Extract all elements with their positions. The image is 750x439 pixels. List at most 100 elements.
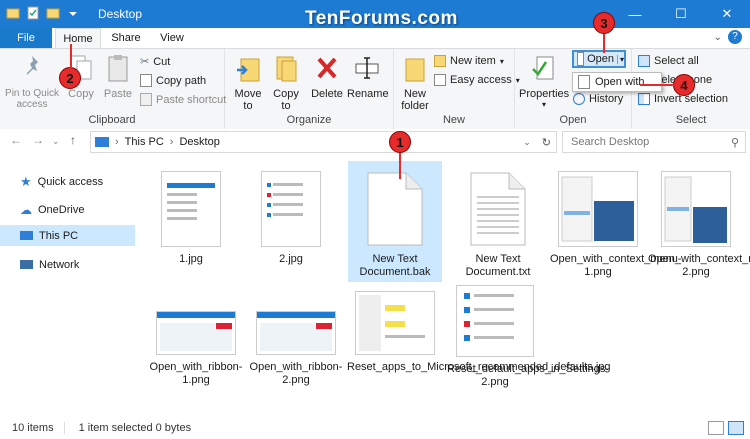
- pin-to-quick-access-button[interactable]: Pin to Quick access: [4, 53, 60, 110]
- explorer-icon: [6, 6, 20, 20]
- ribbon-tabs: File Home Share View ⌄ ?: [0, 28, 750, 49]
- properties-qat-icon[interactable]: [26, 6, 40, 20]
- file-item-selected[interactable]: New Text Document.bak: [348, 161, 442, 282]
- file-name: Reset_default_apps_in_Settings-2.png: [447, 363, 610, 388]
- back-arrow-icon[interactable]: ←: [10, 133, 22, 147]
- new-item-icon: [434, 55, 446, 67]
- history-icon: [573, 93, 585, 105]
- star-icon: ★: [20, 173, 32, 189]
- copy-path-button[interactable]: Copy path: [140, 74, 206, 87]
- file-item[interactable]: Open_with_ribbon-1.png: [148, 285, 244, 387]
- up-arrow-icon[interactable]: ↑: [70, 133, 76, 147]
- image-thumbnail: [148, 285, 244, 355]
- tab-file[interactable]: File: [0, 28, 52, 48]
- open-group-label: Open: [559, 114, 587, 126]
- file-item[interactable]: New Text Document.txt: [450, 163, 546, 279]
- callout-marker-4: 4: [673, 74, 695, 96]
- new-group-label: New: [442, 114, 465, 126]
- new-item-button[interactable]: New item ▾: [434, 55, 504, 67]
- image-thumbnail: [550, 163, 646, 247]
- open-with-icon: [578, 75, 590, 89]
- sidebar-item-network[interactable]: Network: [0, 254, 135, 275]
- open-button[interactable]: Open ▾: [572, 50, 626, 68]
- properties-button[interactable]: Properties ▾: [519, 53, 569, 109]
- image-thumbnail: [143, 163, 239, 247]
- collapse-ribbon-icon[interactable]: ⌄: [714, 32, 722, 43]
- help-icon[interactable]: ?: [728, 30, 742, 44]
- file-item[interactable]: Open_with_context_menu-2.png: [648, 163, 750, 279]
- image-thumbnail: [447, 281, 543, 357]
- easy-access-icon: [434, 74, 446, 86]
- rename-icon: [347, 53, 387, 86]
- new-folder-qat-icon[interactable]: [46, 6, 60, 20]
- tab-home[interactable]: Home: [55, 28, 101, 49]
- history-button[interactable]: History: [573, 93, 623, 105]
- callout-line-1: [399, 153, 401, 179]
- open-dropdown-arrow-icon[interactable]: ▾: [616, 54, 624, 64]
- file-name: 1.jpg: [179, 253, 203, 265]
- sidebar-item-this-pc[interactable]: This PC: [0, 225, 135, 246]
- organize-group-label: Organize: [286, 114, 332, 126]
- file-item[interactable]: Reset_default_apps_in_Settings-2.png: [447, 281, 610, 389]
- open-icon: [577, 52, 585, 66]
- file-name: 2.jpg: [279, 253, 303, 265]
- image-thumbnail: [347, 285, 443, 355]
- quick-access-toolbar: [6, 6, 80, 20]
- paste-shortcut-button[interactable]: Paste shortcut: [140, 93, 226, 106]
- easy-access-button[interactable]: Easy access ▾: [434, 74, 520, 86]
- blank-document-icon: [348, 163, 442, 247]
- tab-view[interactable]: View: [150, 28, 194, 48]
- selection-info: 1 item selected 0 bytes: [63, 422, 191, 434]
- select-all-button[interactable]: Select all: [638, 55, 699, 67]
- breadcrumb-desktop[interactable]: Desktop: [179, 136, 219, 148]
- sidebar-item-quick-access[interactable]: ★ Quick access: [0, 171, 135, 192]
- close-button[interactable]: ✕: [704, 0, 750, 28]
- file-name: Open_with_context_menu-1.png: [550, 253, 682, 278]
- file-item[interactable]: Open_with_ribbon-2.png: [248, 285, 344, 387]
- minimize-button[interactable]: —: [612, 0, 658, 28]
- file-name: Open_with_ribbon-2.png: [249, 361, 343, 386]
- file-item[interactable]: 2.jpg: [243, 163, 339, 266]
- copy-path-icon: [140, 74, 152, 87]
- customize-qat-icon[interactable]: [66, 6, 80, 20]
- cut-button[interactable]: ✂ Cut: [140, 55, 170, 69]
- copy-to-button[interactable]: Copy to: [269, 53, 303, 112]
- search-icon: ⚲: [730, 136, 739, 149]
- cloud-icon: ☁: [20, 202, 32, 217]
- search-input[interactable]: Search Desktop ⚲: [562, 131, 746, 153]
- file-item[interactable]: Reset_apps_to_Microsoft_recommended_defa…: [347, 285, 611, 374]
- sidebar-item-onedrive[interactable]: ☁ OneDrive: [0, 199, 135, 220]
- delete-x-icon: [309, 53, 345, 86]
- file-name: New Text Document.bak: [359, 253, 431, 278]
- rename-button[interactable]: Rename: [347, 53, 389, 100]
- select-all-icon: [638, 55, 650, 67]
- file-item[interactable]: 1.jpg: [143, 163, 239, 266]
- delete-button[interactable]: Delete: [309, 53, 345, 100]
- clipboard-group: Pin to Quick access Copy Paste ✂ Cut Cop…: [0, 49, 226, 129]
- window-title: Desktop: [98, 7, 143, 21]
- callout-marker-1: 1: [389, 131, 411, 153]
- open-with-menu-item[interactable]: Open with: [572, 72, 662, 92]
- details-view-icon[interactable]: [708, 421, 724, 435]
- file-item[interactable]: Open_with_context_menu-1.png: [550, 163, 682, 279]
- move-to-button[interactable]: Move to: [231, 53, 265, 112]
- paste-button[interactable]: Paste: [100, 53, 136, 100]
- maximize-button[interactable]: ☐: [658, 0, 704, 28]
- address-dropdown-icon[interactable]: ⌄: [523, 137, 531, 148]
- image-thumbnail: [248, 285, 344, 355]
- callout-marker-3: 3: [593, 12, 615, 34]
- address-bar[interactable]: › This PC › Desktop ⌄ ↻: [90, 131, 557, 153]
- text-document-icon: [450, 163, 546, 247]
- file-name: Reset_apps_to_Microsoft_recommended_defa…: [347, 361, 611, 373]
- tab-share[interactable]: Share: [104, 28, 148, 48]
- callout-marker-2: 2: [59, 67, 81, 89]
- recent-locations-icon[interactable]: ⌄: [52, 136, 60, 147]
- breadcrumb-this-pc[interactable]: This PC: [125, 136, 164, 148]
- file-list: 1.jpg 2.jpg New Text Document.bak New Te…: [140, 153, 750, 417]
- dropdown-arrow-icon: ▾: [541, 100, 546, 109]
- refresh-icon[interactable]: ↻: [537, 136, 556, 149]
- forward-arrow-icon[interactable]: →: [32, 133, 44, 147]
- new-folder-button[interactable]: New folder: [398, 53, 432, 112]
- new-folder-icon: [398, 53, 432, 86]
- large-icons-view-icon[interactable]: [728, 421, 744, 435]
